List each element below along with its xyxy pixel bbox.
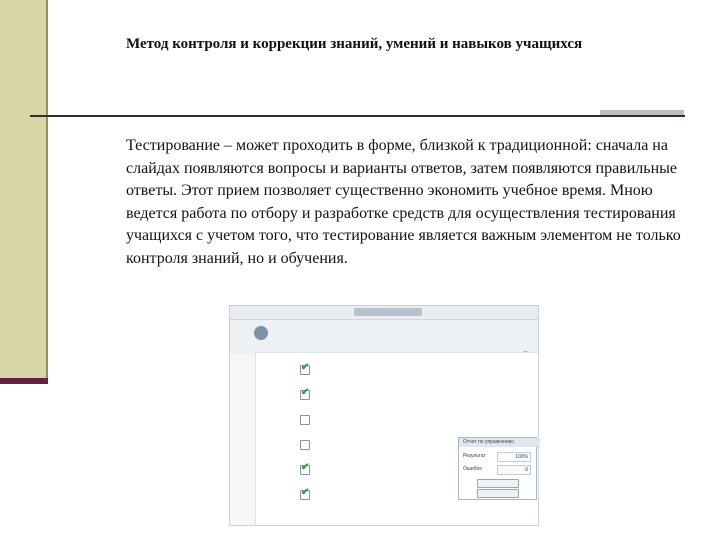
slide-title: Метод контроля и коррекции знаний, умени… bbox=[126, 36, 583, 52]
answer-option[interactable]: ✔ bbox=[300, 362, 530, 376]
slide-body-text: Тестирование – может проходить в форме, … bbox=[126, 137, 681, 267]
test-window-title bbox=[354, 308, 422, 316]
result-box: Отчет по упражнению Результат 100% Ошибо… bbox=[458, 437, 540, 500]
close-button[interactable] bbox=[477, 489, 519, 498]
answer-checkbox[interactable] bbox=[300, 415, 310, 425]
answer-checkbox[interactable]: ✔ bbox=[300, 362, 310, 375]
question-icon bbox=[254, 326, 268, 340]
test-question-row bbox=[230, 320, 538, 354]
side-band-line bbox=[46, 0, 48, 382]
answer-checkbox[interactable]: ✔ bbox=[300, 487, 310, 500]
answer-checkbox[interactable] bbox=[300, 440, 310, 450]
title-rule bbox=[30, 115, 685, 117]
answer-checkbox[interactable]: ✔ bbox=[300, 387, 310, 400]
check-icon: ✔ bbox=[301, 462, 310, 473]
check-icon: ✔ bbox=[301, 487, 310, 498]
side-band-edge bbox=[0, 378, 48, 384]
score-value: 100% bbox=[497, 452, 531, 462]
test-window-titlebar bbox=[230, 306, 538, 320]
check-icon: ✔ bbox=[301, 362, 310, 373]
errors-value: 0 bbox=[497, 465, 531, 475]
score-label: Результат bbox=[463, 453, 486, 459]
result-heading: Отчет по упражнению bbox=[459, 438, 540, 447]
answer-checkbox[interactable]: ✔ bbox=[300, 462, 310, 475]
side-band bbox=[0, 0, 46, 382]
check-icon: ✔ bbox=[301, 387, 310, 398]
details-button[interactable] bbox=[477, 479, 519, 488]
answer-option[interactable]: ✔ bbox=[300, 387, 530, 401]
answer-option[interactable] bbox=[300, 414, 530, 426]
errors-label: Ошибок bbox=[463, 466, 482, 472]
